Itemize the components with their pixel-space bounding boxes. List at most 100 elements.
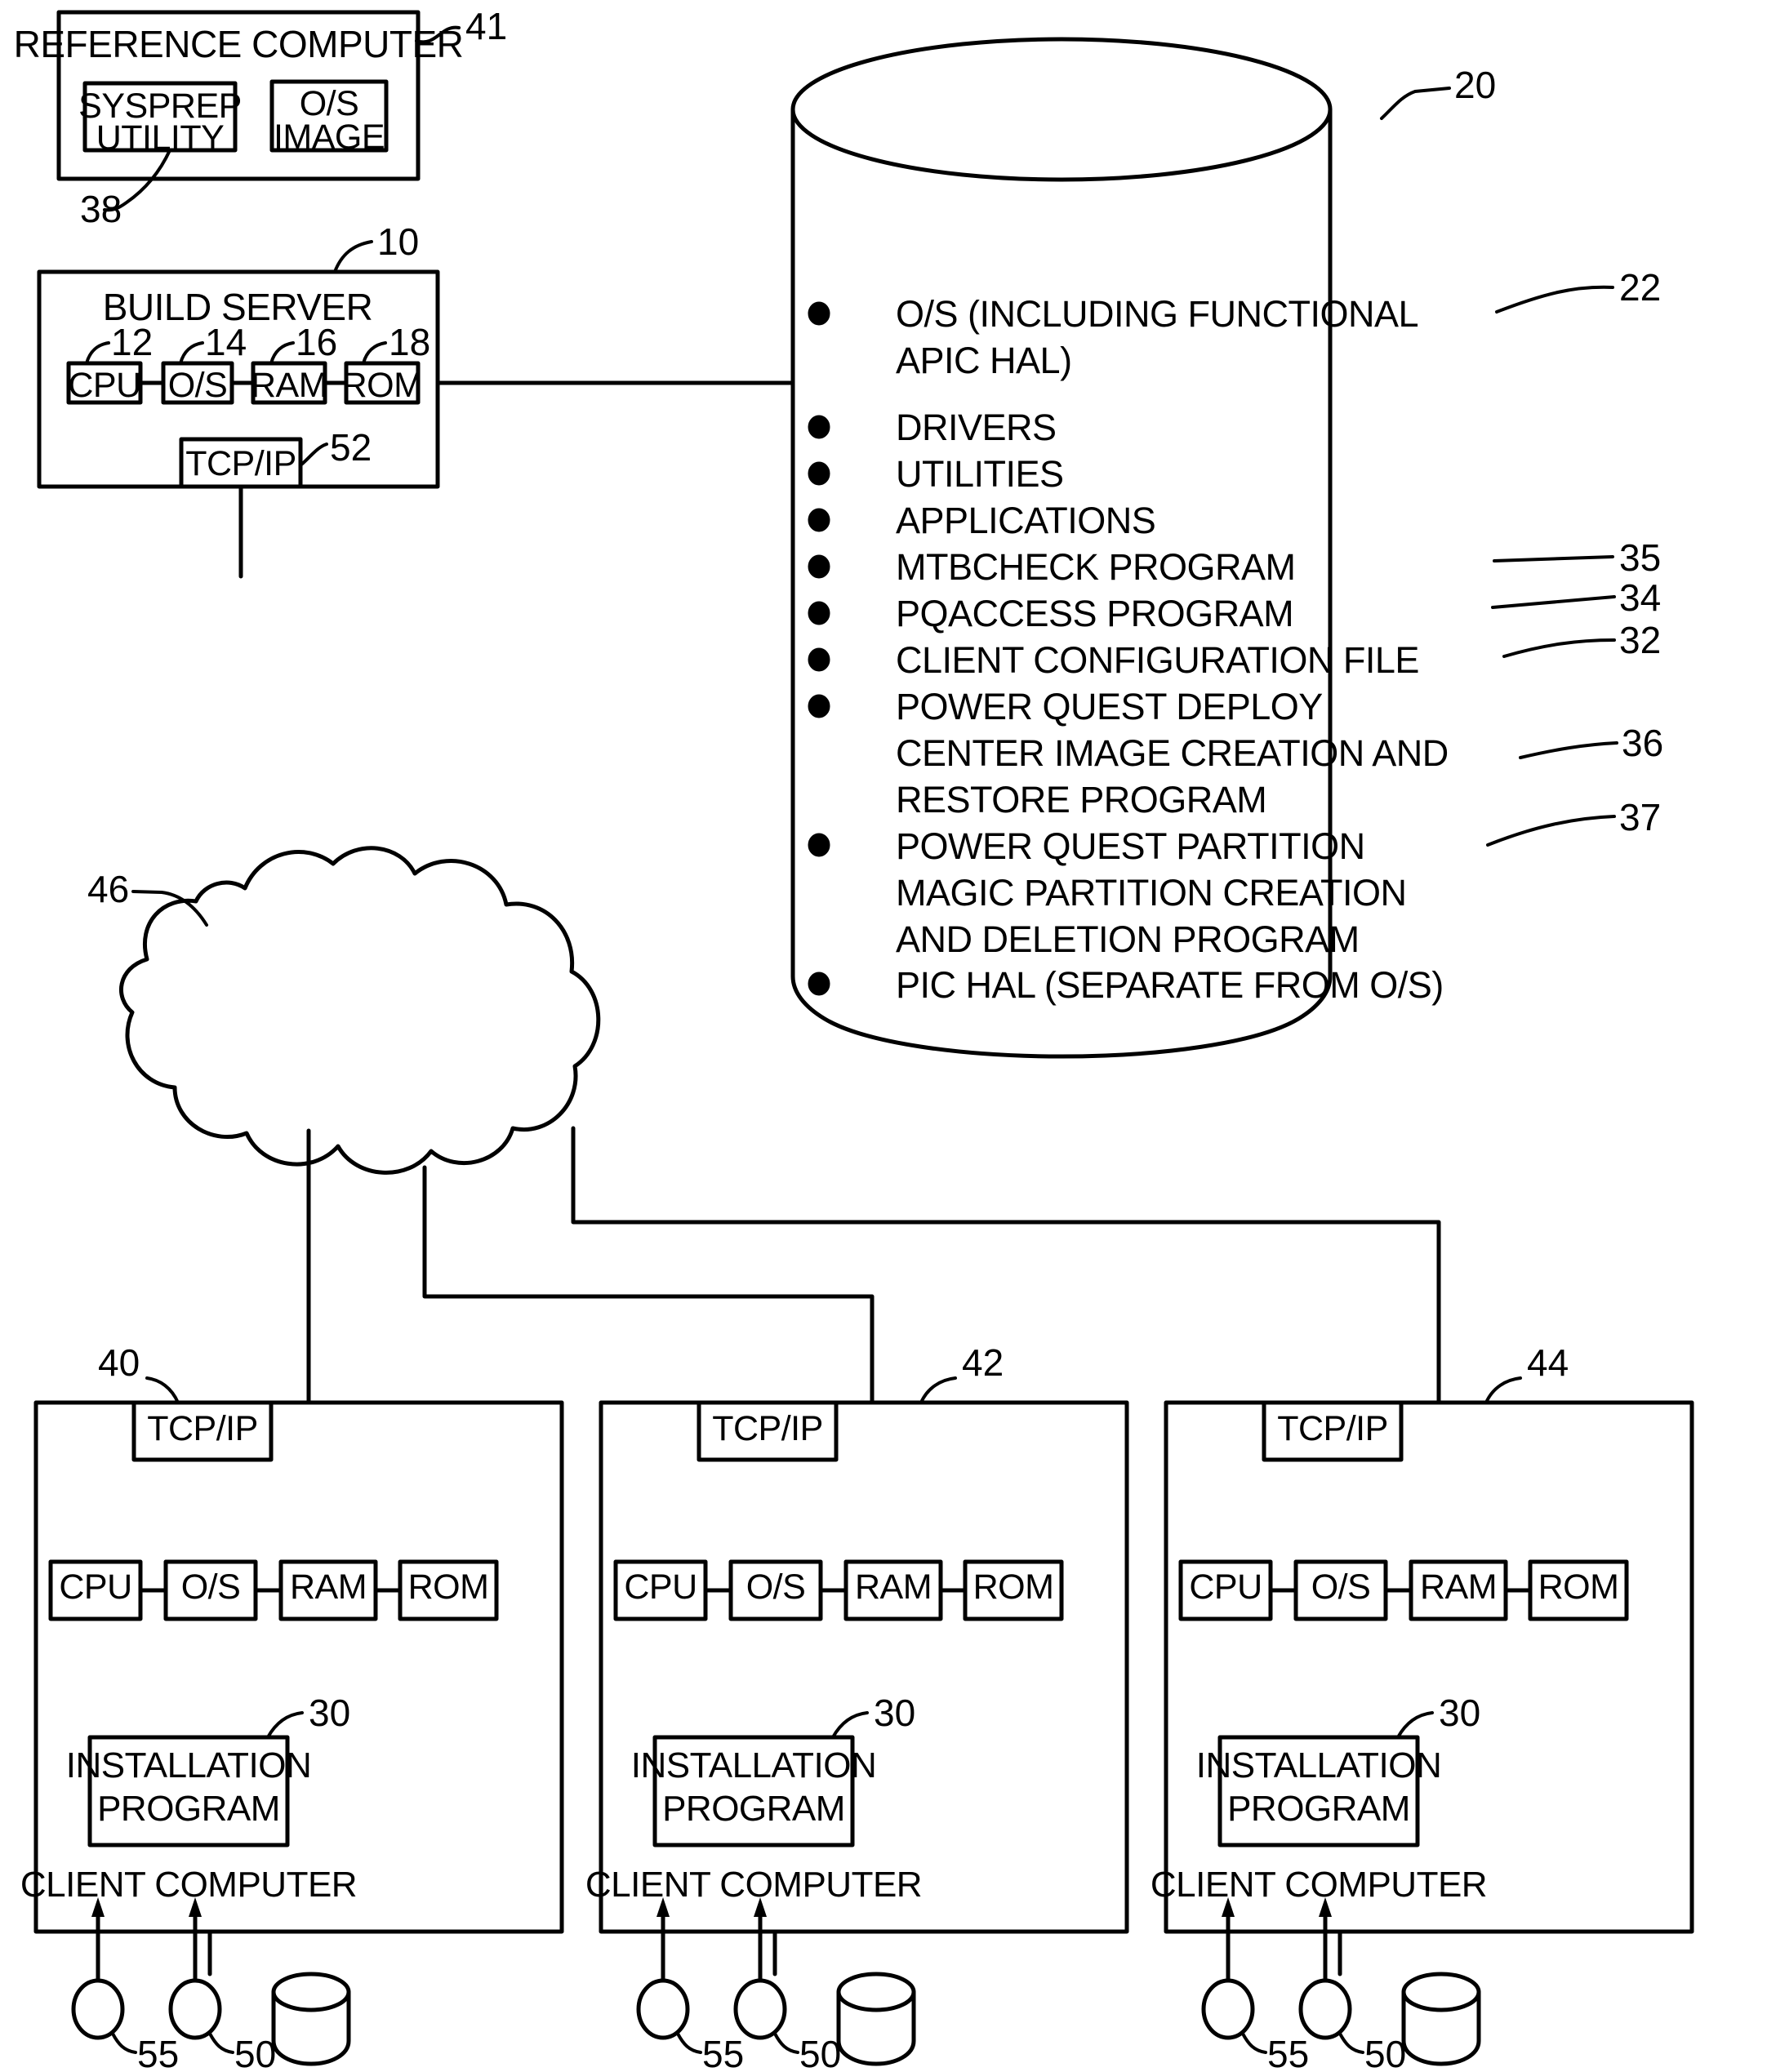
leader-line-34	[1491, 595, 1616, 609]
client-42-peripheral-50	[733, 1978, 787, 2040]
repository-item-0-line2: APIC HAL)	[896, 340, 1072, 381]
leader-line-44	[1484, 1376, 1522, 1404]
bullet-dot	[808, 647, 830, 672]
leader-line-16	[269, 341, 295, 365]
client-computer-40-box	[33, 1400, 564, 1934]
client-44-rom-label: ROM	[1538, 1567, 1619, 1607]
ref-number-44: 44	[1527, 1341, 1569, 1384]
leader-line-36	[1519, 741, 1618, 759]
ref-number-16: 16	[296, 321, 338, 363]
repository-item-5-line1: PQACCESS PROGRAM	[896, 593, 1294, 634]
ref-number-50-client-44: 50	[1364, 2033, 1407, 2072]
client-42-rom-label: ROM	[973, 1567, 1054, 1607]
client-44-peripheral-50	[1298, 1978, 1352, 2040]
leader-line-10	[333, 240, 373, 273]
leader-line-12	[85, 341, 110, 365]
client-44-title: CLIENT COMPUTER	[1150, 1865, 1488, 1905]
ref-number-36: 36	[1622, 722, 1664, 764]
client-40-title: CLIENT COMPUTER	[20, 1865, 358, 1905]
ref-number-30-client-44: 30	[1439, 1692, 1481, 1734]
build-server-ram-label: RAM	[250, 366, 328, 405]
ref-number-55-client-42: 55	[702, 2033, 745, 2072]
repository-item-8-line3: AND DELETION PROGRAM	[896, 918, 1360, 960]
network-cloud-shape	[119, 846, 601, 1175]
ref-number-22: 22	[1619, 266, 1662, 309]
os-image-line2: IMAGE	[273, 118, 385, 157]
build-server-rom-label: ROM	[341, 366, 423, 405]
client-42-ram-label: RAM	[854, 1567, 932, 1607]
repository-item-7-line2: CENTER IMAGE CREATION AND	[896, 732, 1449, 774]
repository-item-6-line1: CLIENT CONFIGURATION FILE	[896, 639, 1419, 681]
ref-number-35: 35	[1619, 536, 1662, 579]
ref-number-14: 14	[205, 321, 247, 363]
client-42-peripheral-55	[636, 1978, 690, 2040]
leader-line-37	[1486, 815, 1616, 847]
leader-line-18	[362, 341, 387, 365]
bullet-dot	[808, 415, 830, 439]
leader-line-14	[179, 341, 204, 365]
repository-item-4-line1: MTBCHECK PROGRAM	[896, 546, 1296, 588]
repository-item-8-line1: POWER QUEST PARTITION	[896, 825, 1365, 867]
leader-line-30-client-44	[1396, 1711, 1434, 1739]
ref-number-10: 10	[377, 220, 420, 263]
client-40-rom-label: ROM	[407, 1567, 489, 1607]
client-44-installation-program-line1: INSTALLATION	[1195, 1745, 1442, 1785]
repository-item-7-line3: RESTORE PROGRAM	[896, 779, 1267, 820]
client-44-ram-label: RAM	[1419, 1567, 1498, 1607]
leader-line-55-client-42	[676, 2032, 702, 2054]
repository-item-1-line1: DRIVERS	[896, 407, 1057, 448]
client-40-peripheral-55	[71, 1978, 125, 2040]
client-44-storage-cylinder-top	[1401, 1972, 1481, 2012]
reference-computer-title: REFERENCE COMPUTER	[13, 23, 464, 65]
leader-line-50-client-42	[773, 2032, 799, 2054]
leader-line-22	[1495, 285, 1614, 313]
bullet-dot	[808, 508, 830, 532]
client-40-installation-program-line2: PROGRAM	[97, 1789, 280, 1829]
client-computer-44-box	[1164, 1400, 1694, 1934]
ref-number-50-client-42: 50	[799, 2033, 842, 2072]
repository-item-0-line1: O/S (INCLUDING FUNCTIONAL	[896, 293, 1419, 335]
ref-number-40: 40	[98, 1341, 140, 1384]
build-server-tcpip-label: TCP/IP	[185, 444, 296, 483]
leader-line-55-client-40	[111, 2032, 137, 2054]
client-42-storage-cylinder-top	[836, 1972, 916, 2012]
ref-number-30-client-40: 30	[309, 1692, 351, 1734]
client-42-title: CLIENT COMPUTER	[585, 1865, 923, 1905]
ref-number-38: 38	[80, 188, 122, 230]
ref-number-34: 34	[1619, 576, 1662, 619]
client-44-peripheral-55	[1201, 1978, 1255, 2040]
client-computer-42-box	[599, 1400, 1129, 1934]
ref-number-42: 42	[962, 1341, 1004, 1384]
ref-number-18: 18	[389, 321, 431, 363]
client-42-os-label: O/S	[746, 1567, 806, 1607]
leader-line-32	[1502, 638, 1616, 658]
bullet-dot	[808, 833, 830, 857]
sysprep-utility-line2: UTILITY	[96, 118, 225, 158]
leader-line-55-client-44	[1241, 2032, 1267, 2054]
leader-line-42	[919, 1376, 957, 1404]
ref-number-20: 20	[1454, 64, 1497, 106]
leader-line-46	[131, 890, 208, 927]
client-44-cpu-label: CPU	[1189, 1567, 1262, 1607]
repository-item-3-line1: APPLICATIONS	[896, 500, 1156, 541]
repository-item-9-line1: PIC HAL (SEPARATE FROM O/S)	[896, 964, 1444, 1006]
client-42-cpu-label: CPU	[624, 1567, 697, 1607]
bullet-dot	[808, 601, 830, 625]
client-40-tcpip-label: TCP/IP	[147, 1409, 258, 1448]
ref-number-41: 41	[465, 5, 508, 47]
build-server-os-label: O/S	[167, 366, 228, 405]
leader-line-20	[1380, 87, 1451, 120]
leader-line-30-client-42	[831, 1711, 869, 1739]
cloud-to-client-42-link	[422, 1165, 875, 1405]
bullet-dot	[808, 694, 830, 718]
client-40-os-label: O/S	[180, 1567, 241, 1607]
ref-number-55-client-40: 55	[137, 2033, 180, 2072]
leader-line-35	[1493, 555, 1614, 562]
ref-number-55-client-44: 55	[1267, 2033, 1310, 2072]
leader-line-50-client-40	[208, 2032, 234, 2054]
bullet-dot	[808, 972, 830, 996]
repository-cylinder-top	[790, 37, 1333, 182]
client-44-tcpip-label: TCP/IP	[1277, 1409, 1388, 1448]
repository-item-8-line2: MAGIC PARTITION CREATION	[896, 872, 1407, 914]
leader-line-52	[299, 442, 328, 467]
